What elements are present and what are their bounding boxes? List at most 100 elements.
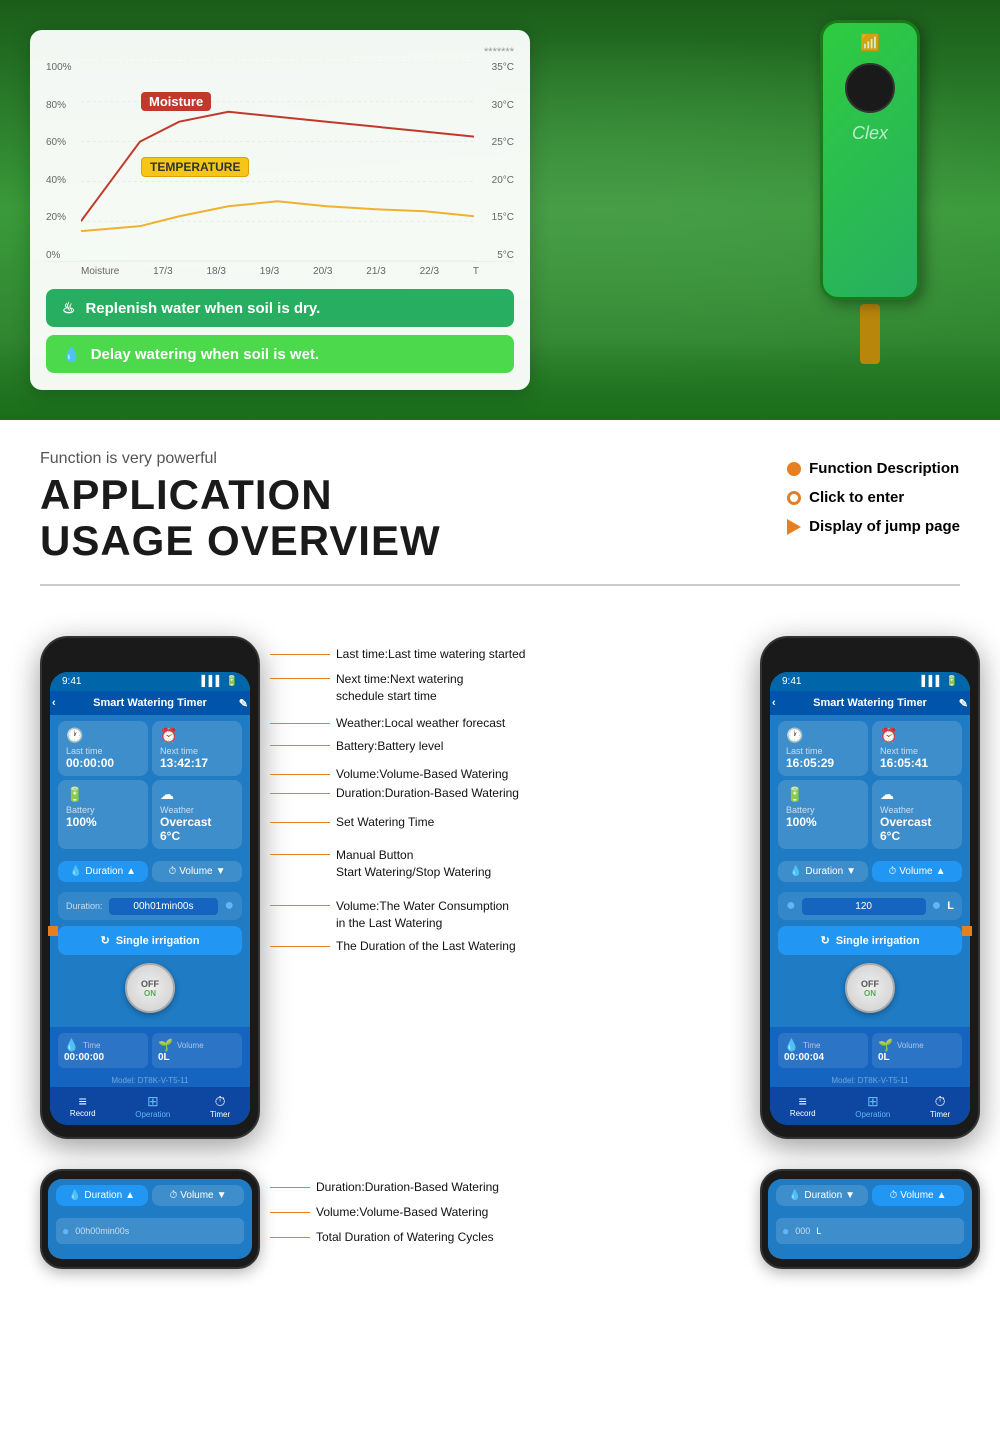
annot-line-5	[270, 774, 330, 775]
weather-icon: ☁	[160, 786, 234, 803]
right-on-text: ON	[864, 989, 876, 998]
bottom-left-tab-duration[interactable]: 💧 Duration ▲	[56, 1185, 148, 1206]
bottom-annot-3: Total Duration of Watering Cycles	[270, 1229, 750, 1246]
delay-watering-btn[interactable]: 💧 Delay watering when soil is wet.	[46, 335, 514, 373]
annot-11a: Volume:The Water Consumption	[336, 899, 509, 913]
volume-unit: L	[947, 900, 954, 912]
bottom-left-tab-volume[interactable]: ⏱ Volume ▼	[152, 1185, 244, 1206]
annot-line-12	[270, 946, 330, 947]
nav-operation[interactable]: ⊞ Operation	[135, 1093, 170, 1119]
bl-volume-label: Volume	[180, 1190, 213, 1201]
br-dot: ●	[782, 1224, 789, 1238]
annot-line-3	[270, 723, 330, 724]
right-model-text: Model: DT8K-V-T5-11	[770, 1074, 970, 1087]
temperature-label: TEMPERATURE	[141, 157, 249, 177]
annot-line-2	[270, 678, 330, 679]
bottom-annotations-middle: Duration:Duration-Based Watering Volume:…	[260, 1169, 760, 1263]
status-icons: ▌▌▌ 🔋	[202, 676, 238, 687]
bottom-left-content: ● 00h00min00s	[48, 1210, 252, 1258]
last-time-label: Last time	[66, 746, 140, 756]
weather-value: Overcast 6°C	[160, 815, 234, 843]
annot-text-3: Weather:Local weather forecast	[336, 715, 505, 732]
nav-record[interactable]: ≡ Record	[70, 1093, 96, 1119]
annot-text-6: Duration:Duration-Based Watering	[336, 785, 519, 802]
bl-volume-icon: ⏱	[169, 1190, 177, 1201]
right-down-arrow: ▼	[846, 866, 856, 877]
bottom-right-tab-volume[interactable]: ⏱ Volume ▲	[872, 1185, 964, 1206]
right-irrigation-icon: ↻	[821, 934, 830, 947]
volume-input-value[interactable]: 120	[802, 898, 926, 915]
annot-text-10: Manual Button Start Watering/Stop Wateri…	[336, 847, 491, 881]
bottom-annot-1: Duration:Duration-Based Watering	[270, 1179, 750, 1196]
record-icon: ≡	[70, 1093, 96, 1109]
legend-dot-ring	[787, 491, 801, 505]
off-on-button[interactable]: OFF ON	[125, 963, 175, 1013]
hero-section: ******* 100% 80% 60% 40% 20% 0% 35°C 30°…	[0, 0, 1000, 420]
chart-buttons: ♨ Replenish water when soil is dry. 💧 De…	[46, 289, 514, 373]
device-body: 📶 Clex	[820, 20, 920, 300]
annot-line-7	[270, 822, 330, 823]
tab-volume-btn[interactable]: ⏱ Volume ▼	[152, 861, 242, 882]
bottom-annot-2: Volume:Volume-Based Watering	[270, 1204, 750, 1221]
bottom-left-mini-screen: 💧 Duration ▲ ⏱ Volume ▼ ● 0	[48, 1179, 252, 1259]
right-battery-box: 🔋 Battery 100%	[778, 780, 868, 849]
wifi-icon: 📶	[860, 33, 880, 53]
right-nav-operation-label: Operation	[855, 1110, 890, 1119]
bottom-right-tab-duration[interactable]: 💧 Duration ▼	[776, 1185, 868, 1206]
right-tab-duration-btn[interactable]: 💧 Duration ▼	[778, 861, 868, 882]
right-nav-operation[interactable]: ⊞ Operation	[855, 1093, 890, 1119]
annotation-battery: Battery:Battery level	[270, 738, 750, 755]
right-volume-stat-value: 0L	[878, 1052, 956, 1063]
right-battery-icon: 🔋	[786, 786, 860, 803]
right-tab-volume-btn[interactable]: ⏱ Volume ▲	[872, 861, 962, 882]
right-phone-notch	[840, 650, 900, 668]
right-volume-stat-label: Volume	[897, 1041, 924, 1050]
annot-text-4: Battery:Battery level	[336, 738, 443, 755]
right-drop-icon: 💧	[790, 866, 802, 877]
annot-line-10	[270, 854, 330, 855]
right-nav-record-label: Record	[790, 1109, 816, 1118]
single-irrigation-button[interactable]: ↻ Single irrigation	[58, 926, 242, 955]
left-phone-notch	[120, 650, 180, 668]
right-weather-label: Weather	[880, 805, 954, 815]
bl-up-arrow: ▲	[125, 1190, 135, 1201]
tab-duration-btn[interactable]: 💧 Duration ▲	[58, 861, 148, 882]
single-irrigation-label: Single irrigation	[116, 935, 200, 947]
bottom-right-mini-screen: 💧 Duration ▼ ⏱ Volume ▲ ● 0	[768, 1179, 972, 1259]
right-weather-icon: ☁	[880, 786, 954, 803]
right-off-on-button[interactable]: OFF ON	[845, 963, 895, 1013]
nav-record-label: Record	[70, 1109, 96, 1118]
bl-down-arrow: ▼	[217, 1190, 227, 1201]
chart-x-labels: Moisture 17/3 18/3 19/3 20/3 21/3 22/3 T	[46, 266, 514, 277]
overview-section: Function Description Click to enter Disp…	[0, 420, 1000, 626]
right-single-irrigation-button[interactable]: ↻ Single irrigation	[778, 926, 962, 955]
duration-value[interactable]: 00h01min00s	[109, 898, 219, 915]
annot-text-7: Set Watering Time	[336, 814, 434, 831]
chart-area: 100% 80% 60% 40% 20% 0% 35°C 30°C 25°C 2…	[46, 62, 514, 262]
header-edit: ✎	[239, 697, 248, 710]
right-up-arrow: ▲	[936, 866, 946, 877]
last-time-value: 00:00:00	[66, 756, 140, 770]
nav-timer-label: Timer	[210, 1110, 230, 1119]
right-tab-volume-label: Volume	[899, 866, 932, 877]
bottom-annot-text-3: Total Duration of Watering Cycles	[316, 1229, 494, 1246]
chart-y-labels-right: 35°C 30°C 25°C 20°C 15°C 5°C	[474, 62, 514, 261]
volume-stat-label: Volume	[177, 1041, 204, 1050]
vol-dot-right: ●	[932, 897, 942, 915]
right-watering-control: ● 120 ● L ↻ Single irrigation OFF ON	[770, 886, 970, 1027]
left-phone-frame: 9:41 ▌▌▌ 🔋 ‹ Smart Watering Timer ✎ 🕐 La…	[40, 636, 260, 1139]
right-nav-timer[interactable]: ⏱ Timer	[930, 1093, 950, 1119]
bottom-right-mini-phone: 💧 Duration ▼ ⏱ Volume ▲ ● 0	[760, 1169, 980, 1269]
nav-timer[interactable]: ⏱ Timer	[210, 1093, 230, 1119]
legend-dot-orange	[787, 462, 801, 476]
right-nav-record[interactable]: ≡ Record	[790, 1093, 816, 1119]
right-bottom-stats: 💧 Time 00:00:04 🌱 Volume 0L	[770, 1027, 970, 1074]
right-single-irrigation-label: Single irrigation	[836, 935, 920, 947]
right-header-edit: ✎	[959, 697, 968, 710]
bottom-annot-line-3	[270, 1237, 310, 1238]
next-time-value: 13:42:17	[160, 756, 234, 770]
time-stat-label: Time	[83, 1041, 100, 1050]
replenish-water-btn[interactable]: ♨ Replenish water when soil is dry.	[46, 289, 514, 327]
right-next-time-box: ⏰ Next time 16:05:41	[872, 721, 962, 776]
annot-line-6	[270, 793, 330, 794]
